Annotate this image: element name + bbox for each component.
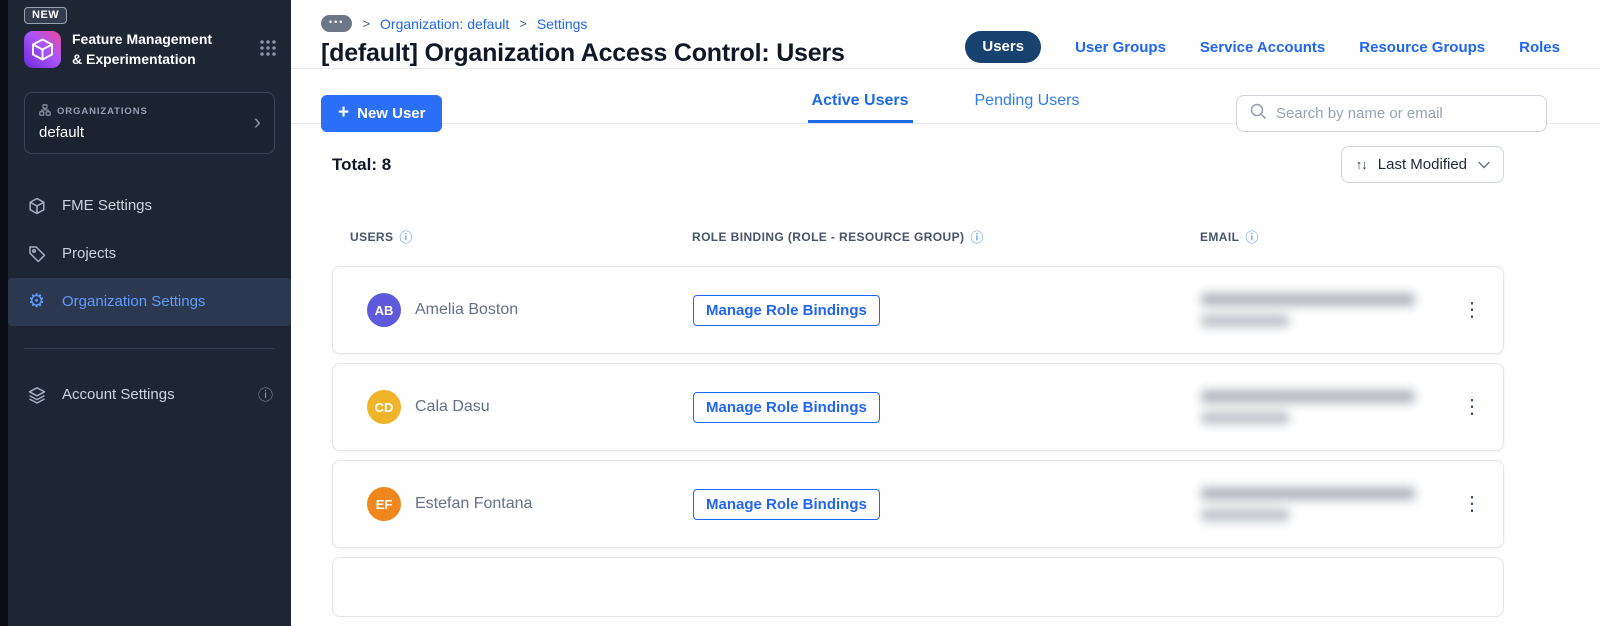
sidebar-item-label: Organization Settings [62, 293, 206, 311]
org-selector-value: default [39, 123, 85, 141]
new-badge: NEW [24, 7, 68, 24]
info-icon[interactable]: ⓘ [399, 227, 412, 246]
user-name: Cala Dasu [415, 398, 490, 415]
window-edge [0, 0, 8, 626]
sidebar: NEW Feature Management & Experimentation [8, 0, 291, 626]
gear-icon: ⚙ [27, 291, 46, 313]
sidebar-item-label: Account Settings [62, 386, 175, 404]
manage-role-bindings-button[interactable]: Manage Role Bindings [693, 488, 880, 520]
table-row: CD Cala Dasu Manage Role Bindings ⋮ [332, 363, 1504, 451]
table-row [332, 557, 1504, 617]
column-header-email: EMAIL [1200, 229, 1240, 244]
column-header-users: USERS [350, 229, 394, 244]
sort-arrows-icon: ↑↓ [1355, 157, 1368, 172]
main-content: ••• > Organization: default > Settings [… [291, 0, 1600, 626]
redacted-email [1201, 390, 1441, 424]
redacted-email [1201, 487, 1441, 521]
sidebar-divider [24, 347, 275, 349]
toolbar: + New User Active Users Pending Users [291, 69, 1600, 132]
page-header: ••• > Organization: default > Settings [… [291, 0, 1600, 69]
manage-role-bindings-button[interactable]: Manage Role Bindings [693, 391, 880, 423]
sidebar-menu: FME Settings Projects ⚙ Organization Set… [8, 182, 291, 326]
tab-pending-users[interactable]: Pending Users [971, 82, 1084, 123]
chevron-right-icon: › [253, 108, 261, 134]
info-icon[interactable]: ⓘ [1245, 227, 1258, 246]
breadcrumb-link-settings[interactable]: Settings [537, 16, 588, 32]
sort-dropdown-value: Last Modified [1377, 156, 1467, 173]
split-logo-icon [24, 31, 61, 68]
brand-area: NEW Feature Management & Experimentation [8, 0, 291, 80]
redacted-email [1201, 293, 1441, 327]
table-row: EF Estefan Fontana Manage Role Bindings … [332, 460, 1504, 548]
search-icon [1249, 102, 1267, 125]
chevron-down-icon [1478, 156, 1490, 173]
tab-active-users[interactable]: Active Users [807, 82, 913, 123]
tab-user-groups[interactable]: User Groups [1075, 39, 1166, 56]
org-icon [39, 103, 51, 119]
row-menu-kebab-icon[interactable]: ⋮ [1462, 397, 1482, 417]
manage-role-bindings-button[interactable]: Manage Role Bindings [693, 294, 880, 326]
avatar: AB [367, 293, 401, 327]
product-title: Feature Management & Experimentation [72, 31, 213, 68]
breadcrumb-separator-icon: > [519, 16, 527, 31]
org-selector[interactable]: ORGANIZATIONS default › [24, 91, 275, 154]
sidebar-item-projects[interactable]: Projects [8, 230, 291, 278]
search-input[interactable] [1276, 105, 1534, 122]
app-grid-icon[interactable] [259, 39, 277, 62]
sort-dropdown[interactable]: ↑↓ Last Modified [1340, 146, 1504, 183]
access-control-nav: Users User Groups Service Accounts Resou… [965, 31, 1560, 63]
org-selector-label: ORGANIZATIONS [57, 105, 148, 117]
tab-roles[interactable]: Roles [1519, 39, 1560, 56]
sidebar-item-organization-settings[interactable]: ⚙ Organization Settings [8, 277, 291, 326]
avatar: EF [367, 487, 401, 521]
breadcrumb-ellipsis[interactable]: ••• [321, 15, 353, 32]
tab-users[interactable]: Users [965, 31, 1042, 63]
user-name: Estefan Fontana [415, 495, 533, 512]
page-title: [default] Organization Access Control: U… [321, 39, 845, 67]
sidebar-item-label: FME Settings [62, 197, 153, 215]
fme-settings-icon [26, 196, 47, 216]
sidebar-item-account-settings[interactable]: Account Settings ⓘ [8, 371, 291, 419]
total-count: Total: 8 [332, 154, 392, 174]
user-name: Amelia Boston [415, 301, 519, 318]
info-icon[interactable]: ⓘ [258, 384, 273, 405]
projects-icon [26, 244, 47, 264]
row-menu-kebab-icon[interactable]: ⋮ [1462, 300, 1482, 320]
row-menu-kebab-icon[interactable]: ⋮ [1462, 494, 1482, 514]
table-row: AB Amelia Boston Manage Role Bindings ⋮ [332, 266, 1504, 354]
table-header-row: USERS ⓘ ROLE BINDING (ROLE - RESOURCE GR… [332, 227, 1504, 246]
users-table-section: Total: 8 ↑↓ Last Modified USERS ⓘ ROLE B… [291, 124, 1600, 626]
tab-resource-groups[interactable]: Resource Groups [1359, 39, 1485, 56]
tab-service-accounts[interactable]: Service Accounts [1200, 39, 1325, 56]
avatar: CD [367, 390, 401, 424]
search-box [1236, 95, 1547, 132]
sidebar-item-fme-settings[interactable]: FME Settings [8, 182, 291, 230]
breadcrumb-link-organization[interactable]: Organization: default [380, 16, 509, 32]
column-header-role-binding: ROLE BINDING (ROLE - RESOURCE GROUP) [692, 229, 965, 244]
users-table-body: AB Amelia Boston Manage Role Bindings ⋮ … [332, 266, 1504, 617]
sidebar-item-label: Projects [62, 245, 117, 263]
layers-icon [26, 385, 47, 405]
info-icon[interactable]: ⓘ [970, 227, 983, 246]
breadcrumb: ••• > Organization: default > Settings [321, 15, 845, 32]
breadcrumb-separator-icon: > [362, 16, 371, 31]
header-left: ••• > Organization: default > Settings [… [321, 15, 845, 68]
